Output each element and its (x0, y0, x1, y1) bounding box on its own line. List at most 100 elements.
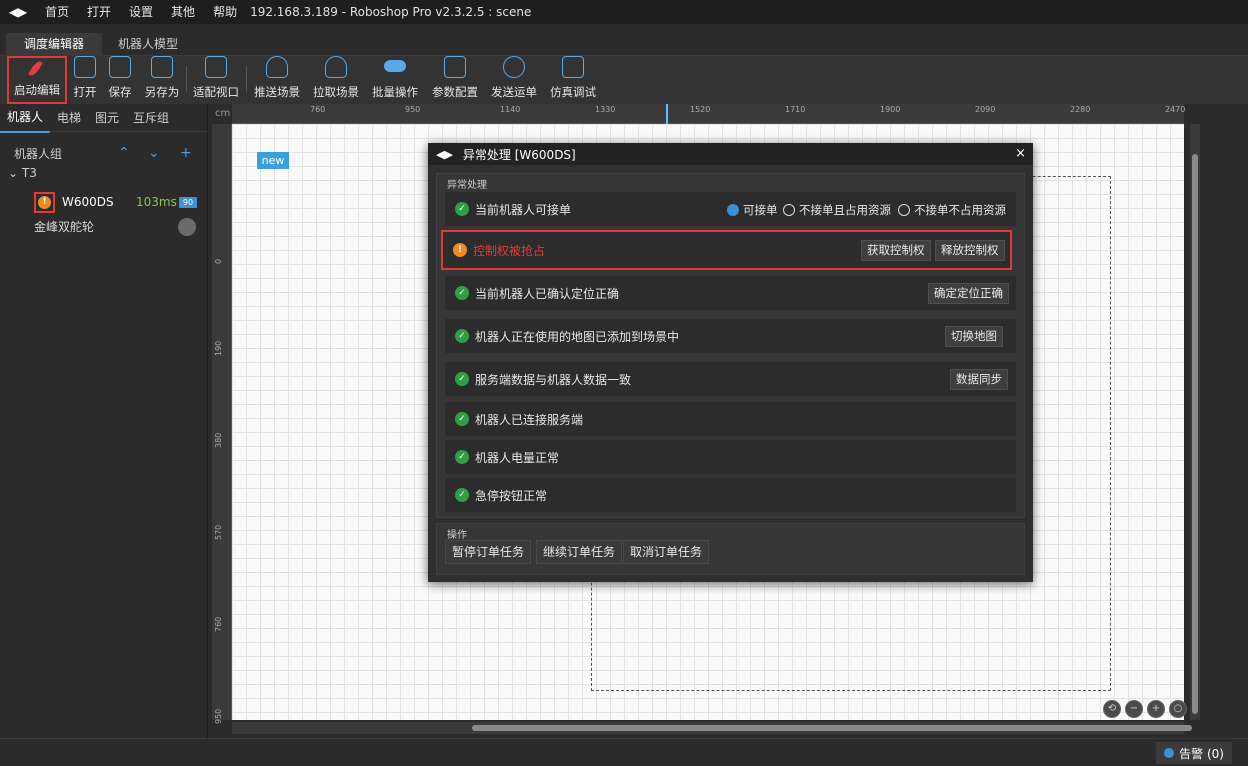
status-bar: 告警 (0) (0, 738, 1248, 766)
status-row-accepting: ✓ 当前机器人可接单 可接单 不接单且占用资源 不接单不占用资源 (445, 192, 1016, 226)
sync-data-button[interactable]: 数据同步 (950, 369, 1008, 390)
release-control-button[interactable]: 释放控制权 (935, 240, 1005, 261)
section-title: 异常处理 (447, 180, 487, 191)
row-text: 当前机器人可接单 (475, 202, 572, 217)
ruler-tick-label: 1710 (785, 105, 806, 114)
start-edit-button[interactable]: 启动编辑 (7, 56, 67, 104)
dialog-header: ◀▶ 异常处理 [W600DS] × (428, 143, 1033, 165)
menu-open[interactable]: 打开 (78, 0, 120, 24)
robot-group-header: 机器人组 ⌃ ⌄ + (0, 142, 208, 164)
radio-reject-release[interactable]: 不接单不占用资源 (898, 202, 1006, 218)
document-icon (444, 56, 466, 78)
close-icon[interactable]: × (1015, 146, 1026, 161)
resume-order-button[interactable]: 继续订单任务 (536, 540, 623, 564)
tree-group-t3[interactable]: ⌄ T3 (8, 166, 37, 180)
status-row-connected: ✓ 机器人已连接服务端 (445, 402, 1016, 436)
tab-robot-model[interactable]: 机器人模型 (104, 33, 192, 56)
robot-alert-icon[interactable]: ! (34, 191, 55, 213)
toolbar-separator (186, 66, 187, 92)
save-button[interactable]: 保存 (106, 56, 134, 104)
zoom-fit-icon[interactable]: ○ (1169, 700, 1187, 718)
row-text: 当前机器人已确认定位正确 (475, 286, 620, 301)
folder-icon (74, 56, 96, 78)
ruler-tick-label: 1330 (595, 105, 616, 114)
sidebar-tab-mutex-groups[interactable]: 互斥组 (126, 104, 176, 132)
cloud-download-icon (325, 56, 347, 78)
pull-scene-label: 拉取场景 (313, 85, 359, 99)
feather-icon (26, 58, 48, 76)
menu-home[interactable]: 首页 (36, 0, 78, 24)
menu-settings[interactable]: 设置 (120, 0, 162, 24)
sidebar-tab-elevators[interactable]: 电梯 (50, 104, 88, 132)
save-label: 保存 (108, 85, 132, 99)
ruler-tick-label: 1520 (690, 105, 711, 114)
alarm-label: 告警 (0) (1179, 746, 1224, 761)
vertical-scrollbar[interactable] (1190, 124, 1200, 720)
edit-model-icon[interactable] (178, 218, 196, 236)
ruler-tick-label: 760 (310, 105, 326, 114)
ruler-tick-label: 1140 (500, 105, 521, 114)
reset-view-icon[interactable]: ⟲ (1103, 700, 1121, 718)
save-icon (109, 56, 131, 78)
menu-help[interactable]: 帮助 (204, 0, 246, 24)
exception-dialog: ◀▶ 异常处理 [W600DS] × 异常处理 ✓ 当前机器人可接单 可接单 不… (428, 143, 1033, 582)
alarm-button[interactable]: 告警 (0) (1156, 742, 1232, 764)
menu-other[interactable]: 其他 (162, 0, 204, 24)
zoom-in-icon[interactable]: + (1147, 700, 1165, 718)
ruler-vertical: 0 190 380 570 760 950 (212, 124, 232, 724)
robot-name: W600DS (62, 195, 114, 209)
check-icon: ✓ (455, 329, 469, 343)
pull-scene-button[interactable]: 拉取场景 (312, 56, 360, 104)
param-config-button[interactable]: 参数配置 (431, 56, 479, 104)
expand-all-icon[interactable]: ⌄ (148, 145, 160, 161)
batch-ops-button[interactable]: 批量操作 (371, 56, 419, 104)
sidebar-tabs: 机器人 电梯 图元 互斥组 (0, 103, 207, 133)
toolbar: 启动编辑 打开 保存 另存为 适配视口 推送场景 拉取场景 批量操作 参数配置 … (0, 56, 1248, 104)
ruler-tick-label: 190 (214, 340, 223, 356)
send-order-label: 发送运单 (491, 85, 537, 99)
zoom-out-icon[interactable]: − (1125, 700, 1143, 718)
app-logo-icon[interactable]: ◀▶ (0, 0, 36, 24)
ruler-tick-label: 2090 (975, 105, 996, 114)
window-title: 192.168.3.189 - Roboshop Pro v2.3.2.5 : … (250, 5, 532, 19)
confirm-location-button[interactable]: 确定定位正确 (928, 283, 1009, 304)
open-button[interactable]: 打开 (71, 56, 99, 104)
send-order-button[interactable]: 发送运单 (490, 56, 538, 104)
add-group-icon[interactable]: + (180, 145, 192, 161)
status-row-control-preempted: ! 控制权被抢占 获取控制权 释放控制权 (441, 230, 1012, 270)
ruler-tick-label: 2280 (1070, 105, 1091, 114)
ruler-tick-label: 2470 (1165, 105, 1186, 114)
status-row-data-sync: ✓ 服务端数据与机器人数据一致 数据同步 (445, 362, 1016, 396)
cancel-order-button[interactable]: 取消订单任务 (623, 540, 710, 564)
horizontal-scrollbar[interactable] (232, 722, 1192, 734)
acquire-control-button[interactable]: 获取控制权 (861, 240, 931, 261)
radio-accept[interactable]: 可接单 (727, 202, 778, 218)
robot-ping: 103ms (136, 195, 177, 209)
param-config-label: 参数配置 (432, 85, 478, 99)
sidebar-tab-robots[interactable]: 机器人 (0, 103, 51, 133)
ruler-tick-label: 950 (405, 105, 421, 114)
robot-list-item[interactable]: ! W600DS 103ms 90 (0, 190, 208, 214)
fit-view-button[interactable]: 适配视口 (192, 56, 240, 104)
status-row-estop: ✓ 急停按钮正常 (445, 478, 1016, 512)
ruler-tick-label: 0 (214, 258, 223, 264)
globe-icon (503, 56, 525, 78)
row-text: 急停按钮正常 (475, 488, 548, 503)
status-row-map: ✓ 机器人正在使用的地图已添加到场景中 切换地图 (445, 319, 1016, 353)
dialog-logo-icon: ◀▶ (436, 147, 453, 161)
save-as-button[interactable]: 另存为 (143, 56, 181, 104)
scene-tag[interactable]: new (257, 152, 289, 169)
radio-reject-occupy[interactable]: 不接单且占用资源 (783, 202, 891, 218)
switch-map-button[interactable]: 切换地图 (945, 326, 1003, 347)
sidebar-tab-primitives[interactable]: 图元 (88, 104, 126, 132)
sim-debug-button[interactable]: 仿真调试 (549, 56, 597, 104)
push-scene-button[interactable]: 推送场景 (253, 56, 301, 104)
ruler-tick-label: 570 (214, 524, 223, 540)
ruler-tick-label: 950 (214, 708, 223, 724)
collapse-all-icon[interactable]: ⌃ (118, 145, 130, 161)
cloud-upload-icon (266, 56, 288, 78)
pause-order-button[interactable]: 暂停订单任务 (445, 540, 532, 564)
batch-ops-label: 批量操作 (372, 85, 418, 99)
tab-dispatch-editor[interactable]: 调度编辑器 (6, 33, 102, 56)
check-icon: ✓ (455, 286, 469, 300)
